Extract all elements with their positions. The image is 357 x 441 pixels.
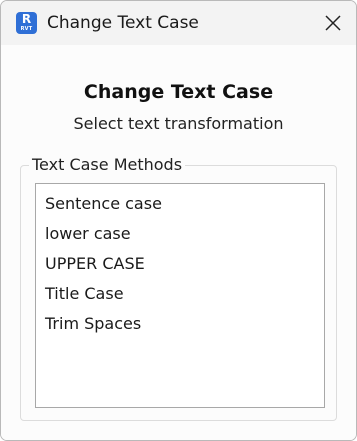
list-item-sentence-case[interactable]: Sentence case: [36, 189, 324, 219]
revit-app-icon: R RVT: [16, 12, 37, 34]
dialog-content: Change Text Case Select text transformat…: [1, 45, 356, 440]
group-label: Text Case Methods: [29, 155, 186, 175]
title-bar[interactable]: R RVT Change Text Case: [1, 1, 356, 45]
list-item-upper-case[interactable]: UPPER CASE: [36, 249, 324, 279]
app-icon-sublabel: RVT: [20, 26, 33, 32]
app-icon-letter: R: [21, 12, 32, 26]
dialog-subheading: Select text transformation: [73, 114, 284, 133]
list-item-trim-spaces[interactable]: Trim Spaces: [36, 309, 324, 339]
dialog-window: R RVT Change Text Case Change Text Case …: [0, 0, 357, 441]
text-case-methods-group: Text Case Methods Sentence case lower ca…: [20, 155, 337, 421]
methods-listbox[interactable]: Sentence case lower case UPPER CASE Titl…: [35, 183, 325, 408]
window-title: Change Text Case: [47, 13, 199, 33]
close-icon: [325, 15, 341, 31]
list-item-title-case[interactable]: Title Case: [36, 279, 324, 309]
close-button[interactable]: [322, 12, 344, 34]
dialog-heading: Change Text Case: [83, 81, 274, 103]
list-item-lower-case[interactable]: lower case: [36, 219, 324, 249]
